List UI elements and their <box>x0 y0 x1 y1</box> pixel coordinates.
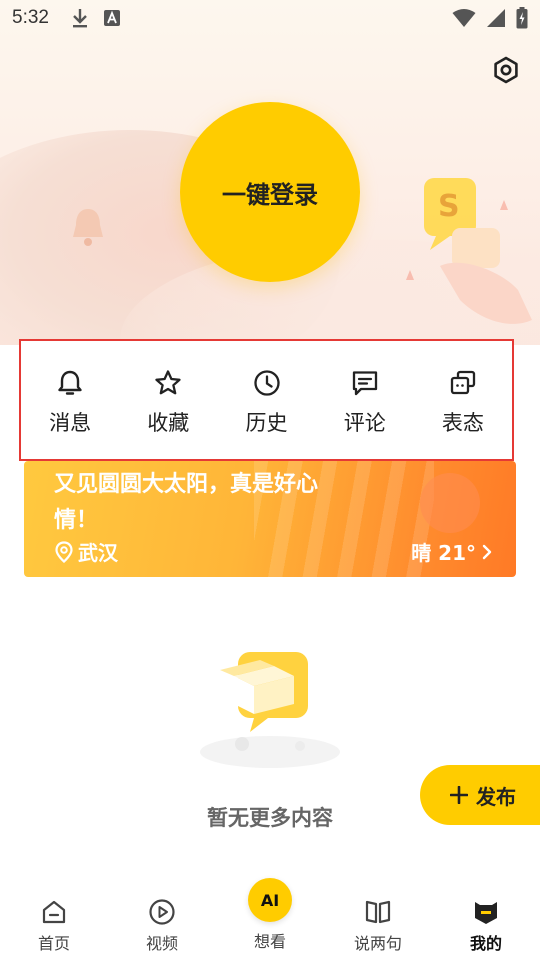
wifi-icon <box>452 9 476 27</box>
nav-item-ai[interactable]: AI 想看 <box>216 870 324 960</box>
publish-label: 发布 <box>476 784 516 809</box>
status-bar: 5:32 <box>0 0 540 36</box>
comment-icon <box>352 371 377 396</box>
weather-banner[interactable]: 又见圆圆大太阳，真是好心情！ 武汉 晴 21° <box>24 461 516 577</box>
nav-item-quotes[interactable]: 说两句 <box>324 870 432 960</box>
weather-headline: 又见圆圆大太阳，真是好心情！ <box>54 472 319 533</box>
nav-item-home[interactable]: 首页 <box>0 870 108 960</box>
login-label: 一键登录 <box>222 180 318 209</box>
nav-label: 视频 <box>145 934 178 953</box>
quick-item-label: 收藏 <box>147 411 190 435</box>
star-icon <box>155 370 181 395</box>
home-icon <box>42 900 66 924</box>
bell-icon <box>58 370 82 395</box>
quick-item-label: 表态 <box>441 411 484 435</box>
nav-label: 首页 <box>37 934 70 953</box>
battery-icon <box>516 7 528 29</box>
nav-label: 想看 <box>253 932 286 951</box>
nav-label: 我的 <box>469 934 502 953</box>
location-pin-icon <box>55 540 73 563</box>
book-icon <box>365 900 391 924</box>
one-click-login-button[interactable]: 一键登录 <box>180 102 360 282</box>
quick-menu: 消息 收藏 历史 评论 表态 <box>19 339 514 461</box>
settings-icon[interactable] <box>492 56 520 84</box>
chevron-right-icon <box>482 544 492 559</box>
status-time: 5:32 <box>12 7 49 28</box>
quick-item-comments[interactable]: 评论 <box>316 341 414 459</box>
plus-icon <box>450 786 468 804</box>
profile-icon <box>475 902 497 924</box>
weather-condition-text: 晴 21° <box>411 541 476 565</box>
nav-item-mine[interactable]: 我的 <box>432 870 540 960</box>
svg-text:S: S <box>438 189 460 224</box>
weather-condition: 晴 21° <box>411 537 492 566</box>
publish-button[interactable]: 发布 <box>420 765 540 825</box>
bell-decoration-icon <box>73 209 103 246</box>
play-icon <box>149 899 175 925</box>
download-icon <box>72 9 87 28</box>
quick-item-history[interactable]: 历史 <box>217 341 315 459</box>
quick-item-messages[interactable]: 消息 <box>21 341 119 459</box>
quick-item-label: 评论 <box>343 411 386 435</box>
clock-icon <box>253 370 280 396</box>
location-text: 武汉 <box>78 541 118 565</box>
cards-icon <box>450 370 476 395</box>
quick-item-favorites[interactable]: 收藏 <box>119 341 217 459</box>
empty-box-illustration <box>200 652 340 768</box>
weather-location: 武汉 <box>54 537 118 566</box>
ai-icon: AI <box>248 878 292 922</box>
quick-item-label: 历史 <box>245 411 288 435</box>
nav-label: 说两句 <box>353 934 402 953</box>
quick-item-label: 消息 <box>49 411 92 435</box>
signal-icon <box>487 9 505 27</box>
app-notification-icon <box>103 10 120 26</box>
nav-item-video[interactable]: 视频 <box>108 870 216 960</box>
quick-item-attitudes[interactable]: 表态 <box>414 341 512 459</box>
sun-decoration <box>420 473 480 533</box>
hand-chat-decoration: S <box>406 178 532 324</box>
bottom-nav: 首页 视频 AI 想看 说两句 我的 <box>0 870 540 960</box>
